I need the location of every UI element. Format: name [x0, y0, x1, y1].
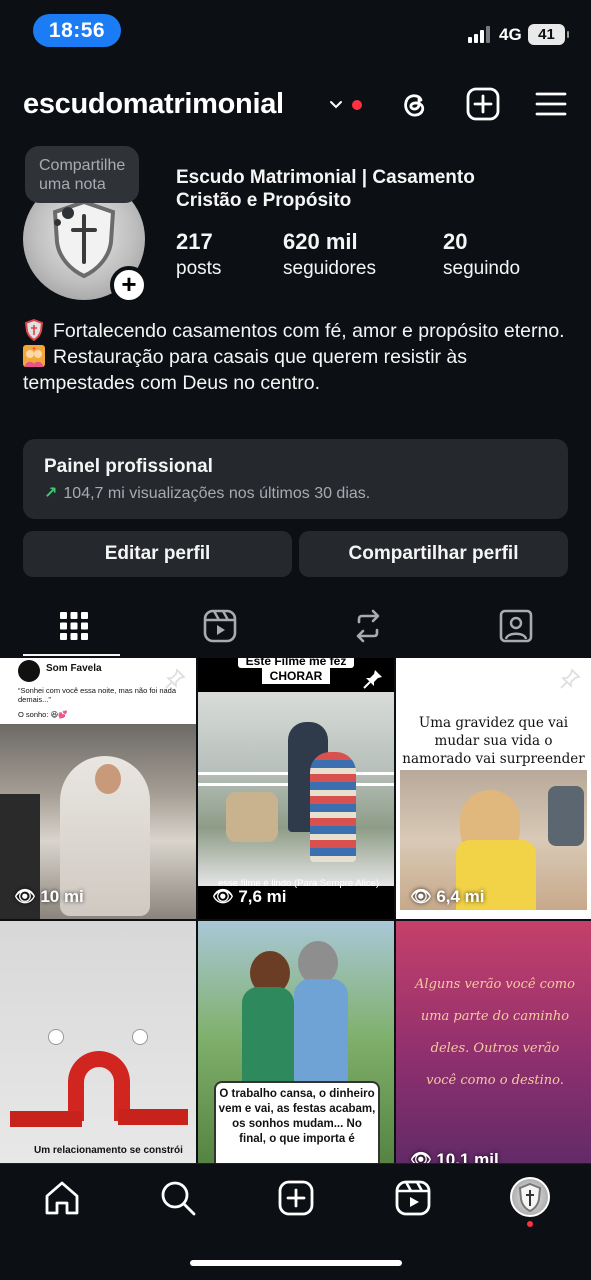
- shield-cross-logo: [518, 1182, 542, 1213]
- repost-icon: [356, 609, 380, 643]
- trend-up-icon: ↗: [44, 485, 58, 502]
- avatar: [18, 660, 40, 682]
- profile-tabs: [0, 598, 591, 656]
- posts-grid: Som Favela “Sonhei com você essa noite, …: [0, 658, 591, 1163]
- create-icon[interactable]: [276, 1178, 316, 1218]
- shield-emoji-icon: [24, 319, 44, 341]
- tab-grid[interactable]: [0, 598, 148, 656]
- following-label: seguindo: [443, 258, 521, 279]
- edit-profile-button[interactable]: Editar perfil: [23, 531, 292, 577]
- posts-stat[interactable]: 217 posts: [176, 229, 221, 280]
- signal-icon: [468, 25, 494, 43]
- note-bubble-tail-small: [54, 219, 61, 226]
- status-bar: 18:56 4G 41: [0, 0, 591, 62]
- post-top-text: Este Filme me fez: [238, 658, 354, 668]
- pin-icon: [165, 668, 186, 689]
- tab-tagged[interactable]: [442, 598, 590, 656]
- dashboard-subtitle-row: ↗ 104,7 mi visualizações nos últimos 30 d…: [44, 483, 568, 503]
- profile-avatar[interactable]: [510, 1177, 550, 1217]
- post-text: Alguns verão você como uma parte do cami…: [415, 977, 575, 1088]
- home-indicator[interactable]: [190, 1260, 402, 1266]
- post-views: 👁 6,4 mi: [410, 887, 485, 906]
- post-text: O trabalho cansa, o dinheiro vem e vai, …: [218, 1088, 376, 1145]
- notification-dot: [527, 1221, 533, 1227]
- status-time[interactable]: 18:56: [33, 14, 121, 47]
- post-views: 👁 7,6 mi: [212, 887, 287, 906]
- post-caption: Um relacionamento se constrói: [34, 1145, 183, 1156]
- posts-count: 217: [176, 229, 213, 254]
- add-story-button[interactable]: +: [110, 266, 148, 304]
- pin-icon: [560, 668, 581, 689]
- professional-dashboard[interactable]: Painel profissional ↗ 104,7 mi visualizaç…: [23, 439, 568, 519]
- post-header-name: Som Favela: [46, 663, 102, 674]
- threads-icon[interactable]: [396, 86, 432, 122]
- dashboard-subtitle: 104,7 mi visualizações nos últimos 30 di…: [63, 485, 371, 502]
- following-count: 20: [443, 229, 468, 254]
- dashboard-title: Painel profissional: [44, 456, 213, 477]
- post-views: 👁 10,1 mil: [410, 1150, 499, 1163]
- post-thumbnail[interactable]: Um relacionamento se constrói: [0, 921, 196, 1163]
- grid-icon: [60, 612, 88, 640]
- chevron-down-icon[interactable]: [329, 98, 343, 112]
- battery-icon: 41: [528, 24, 569, 45]
- post-views: 👁 10 mi: [14, 887, 84, 906]
- note-bubble-tail: [62, 207, 74, 219]
- post-thumbnail[interactable]: Uma gravidez que vai mudar sua vida o na…: [396, 658, 591, 919]
- reels-icon[interactable]: [393, 1178, 433, 1218]
- post-thumbnail[interactable]: Este Filme me fez CHORAR esse filme é li…: [198, 658, 394, 919]
- notification-dot: [352, 100, 362, 110]
- username-switcher[interactable]: escudomatrimonial: [23, 88, 284, 121]
- post-thumbnail[interactable]: O trabalho cansa, o dinheiro vem e vai, …: [198, 921, 394, 1163]
- pin-icon: [363, 670, 382, 689]
- movie-still: [198, 692, 394, 886]
- illustration-man: [294, 979, 348, 1097]
- note-bubble[interactable]: Compartilhe uma nota: [25, 146, 139, 203]
- bio-line-1: Fortalecendo casamentos com fé, amor e p…: [53, 320, 565, 342]
- followers-count: 620 mil: [283, 229, 358, 254]
- posts-label: posts: [176, 258, 222, 279]
- followers-stat[interactable]: 620 mil seguidores: [283, 229, 376, 280]
- create-icon[interactable]: [465, 86, 501, 122]
- bio-line-2: Restauração para casais que querem resis…: [23, 346, 468, 394]
- tagged-icon: [499, 609, 533, 643]
- search-icon[interactable]: [158, 1178, 198, 1218]
- menu-icon[interactable]: [533, 86, 569, 122]
- following-stat[interactable]: 20 seguindo: [443, 229, 520, 280]
- followers-label: seguidores: [283, 258, 376, 279]
- bottom-navigation: [0, 1163, 591, 1280]
- share-profile-button[interactable]: Compartilhar perfil: [299, 531, 568, 577]
- profile-header: escudomatrimonial: [0, 80, 591, 130]
- post-top-text2: CHORAR: [262, 668, 330, 684]
- post-header-text2: O sonho: 😆💕: [18, 710, 68, 719]
- shield-cross-logo: [52, 199, 116, 279]
- couple-emoji-icon: [23, 345, 45, 367]
- display-name: Escudo Matrimonial | Casamento Cristão e…: [176, 167, 475, 211]
- tab-reels[interactable]: [146, 598, 294, 656]
- post-thumbnail[interactable]: Som Favela “Sonhei com você essa noite, …: [0, 658, 196, 919]
- profile-bio: Fortalecendo casamentos com fé, amor e p…: [23, 318, 568, 396]
- home-icon[interactable]: [42, 1178, 82, 1218]
- reels-icon: [203, 609, 237, 643]
- network-type: 4G: [499, 25, 522, 44]
- tab-reposts[interactable]: [294, 598, 442, 656]
- post-header-text: “Sonhei com você essa noite, mas não foi…: [18, 686, 177, 704]
- post-thumbnail[interactable]: Alguns verão você como uma parte do cami…: [396, 921, 591, 1163]
- active-tab-indicator: [23, 654, 120, 656]
